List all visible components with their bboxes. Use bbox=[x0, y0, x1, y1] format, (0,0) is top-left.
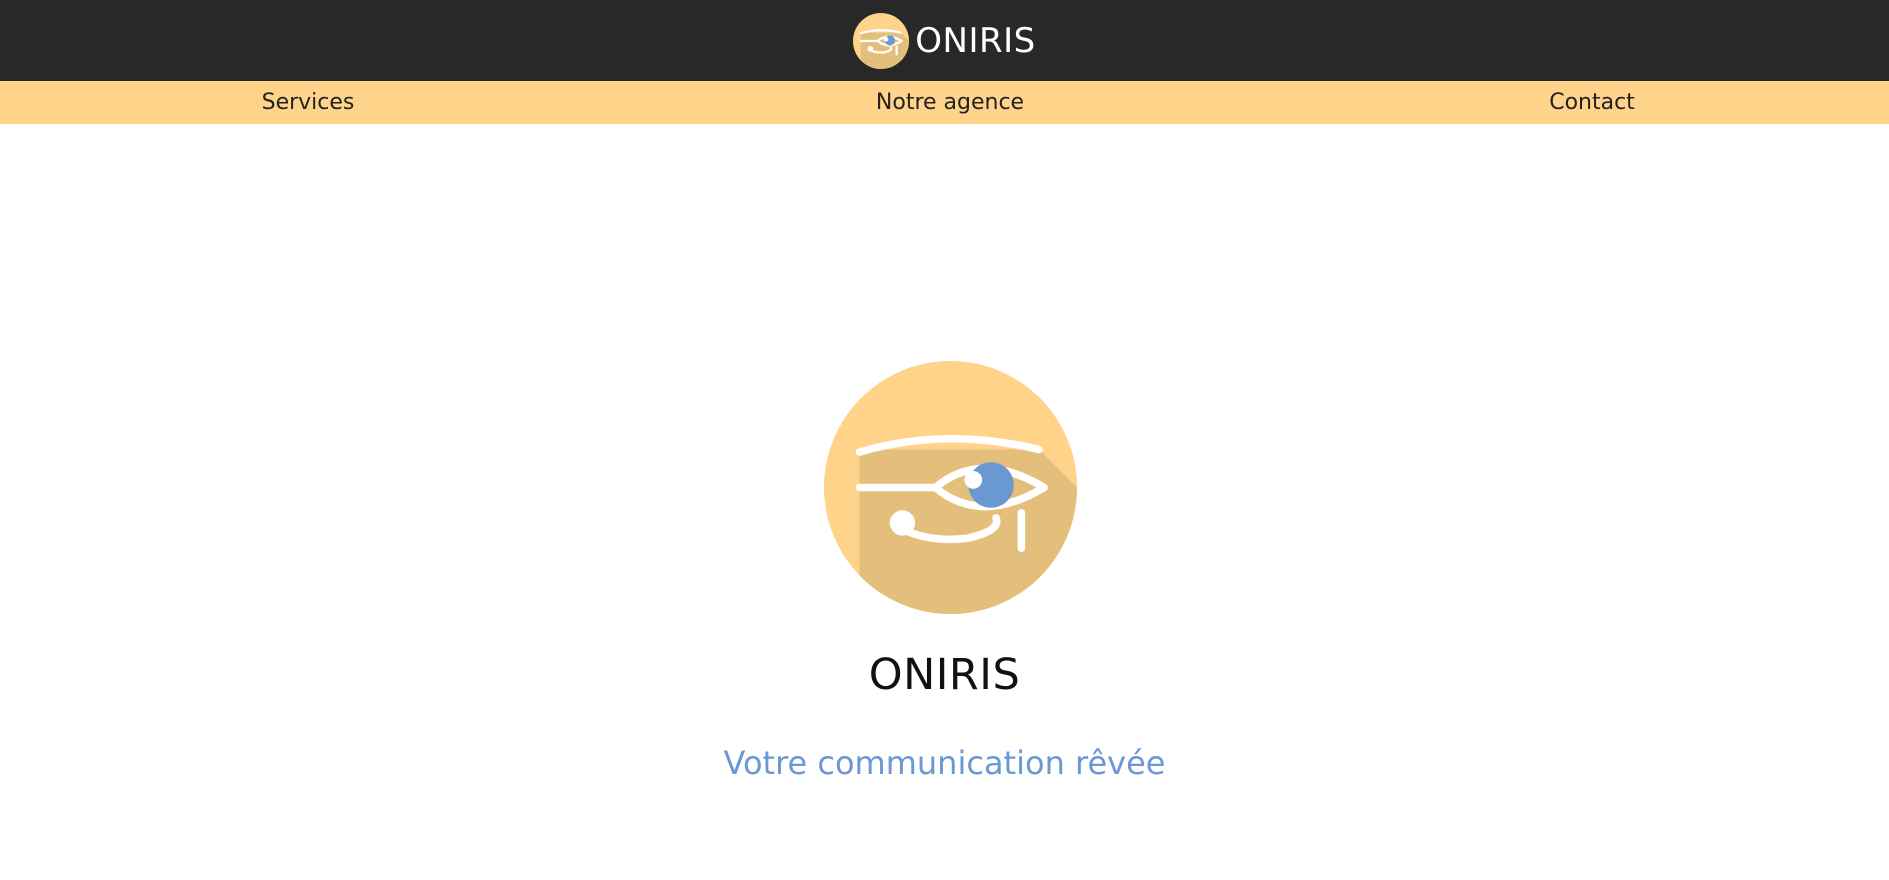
nav-link-contact[interactable]: Contact bbox=[1549, 81, 1635, 124]
nav-link-services[interactable]: Services bbox=[262, 81, 355, 124]
brand-name: ONIRIS bbox=[915, 20, 1036, 61]
eye-of-horus-icon bbox=[853, 12, 910, 69]
hero-title: ONIRIS bbox=[868, 650, 1021, 700]
hero-section: ONIRIS Votre communication rêvée bbox=[0, 124, 1889, 880]
eye-of-horus-icon bbox=[824, 361, 1077, 614]
hero-tagline: Votre communication rêvée bbox=[723, 744, 1166, 782]
nav-link-notre-agence[interactable]: Notre agence bbox=[876, 81, 1024, 124]
main-nav: Services Notre agence Contact bbox=[0, 81, 1889, 124]
brand-home-link[interactable]: ONIRIS bbox=[853, 12, 1036, 69]
top-header: ONIRIS bbox=[0, 0, 1889, 81]
